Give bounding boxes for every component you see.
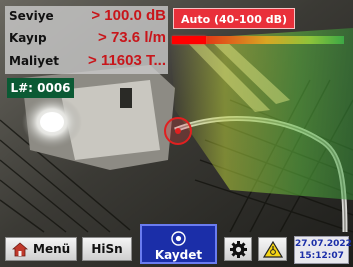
- record-icon: [171, 231, 186, 246]
- scale-mode-button[interactable]: Auto (40-100 dB): [173, 8, 295, 29]
- save-label: Kaydet: [154, 248, 203, 262]
- cost-label: Maliyet: [9, 54, 59, 68]
- level-indicator: [172, 36, 206, 44]
- warning-button[interactable]: [258, 237, 287, 261]
- acoustic-camera-screen: Seviye > 100.0 dB Kayıp > 73.6 l/m Maliy…: [0, 0, 353, 267]
- level-value: > 100.0 dB: [91, 7, 166, 24]
- time-text: 15:12:07: [299, 251, 344, 261]
- hisn-button[interactable]: HiSn: [82, 237, 132, 261]
- measurement-panel: Seviye > 100.0 dB Kayıp > 73.6 l/m Maliy…: [5, 6, 168, 74]
- cost-row: Maliyet > 11603 T...: [5, 51, 168, 73]
- loss-label: Kayıp: [9, 31, 47, 45]
- warning-triangle-icon: [263, 241, 283, 258]
- level-label: Seviye: [9, 9, 54, 23]
- location-id-badge: L#: 0006: [7, 78, 74, 98]
- save-button[interactable]: Kaydet: [140, 224, 217, 264]
- date-time-display: 27.07.2022 15:12:07: [294, 236, 352, 264]
- target-circle-icon: [164, 117, 192, 145]
- menu-button[interactable]: Menü: [5, 237, 77, 261]
- date-text: 27.07.2022: [295, 239, 352, 249]
- gear-icon: [230, 241, 247, 258]
- loss-row: Kayıp > 73.6 l/m: [5, 28, 168, 50]
- menu-label: Menü: [33, 242, 71, 256]
- settings-button[interactable]: [224, 237, 252, 261]
- loss-value: > 73.6 l/m: [98, 29, 166, 46]
- cost-value: > 11603 T...: [88, 52, 166, 69]
- home-icon: [12, 242, 28, 257]
- level-row: Seviye > 100.0 dB: [5, 6, 168, 28]
